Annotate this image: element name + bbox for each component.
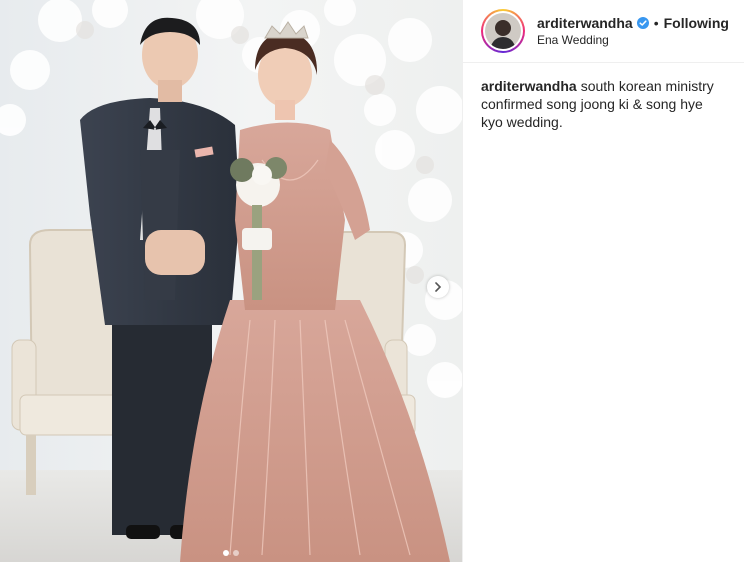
post-photo[interactable] (0, 0, 462, 562)
location-link[interactable]: Ena Wedding (537, 33, 729, 47)
separator-dot: • (653, 15, 659, 31)
carousel-indicator (0, 550, 462, 556)
following-button[interactable]: Following (664, 15, 729, 31)
carousel-dot-active (223, 550, 229, 556)
header-text: arditerwandha • Following Ena Wedding (537, 15, 729, 47)
avatar[interactable] (481, 9, 525, 53)
instagram-post: arditerwandha • Following Ena Wedding ar… (0, 0, 744, 562)
next-image-button[interactable] (427, 276, 449, 298)
wedding-photo (0, 0, 462, 562)
post-header: arditerwandha • Following Ena Wedding (463, 0, 744, 63)
carousel-dot (233, 550, 239, 556)
post-caption: arditerwandha south korean ministry confi… (463, 63, 744, 131)
username-link[interactable]: arditerwandha (537, 15, 633, 31)
caption-username-link[interactable]: arditerwandha (481, 78, 577, 94)
verified-badge-icon (636, 17, 649, 29)
post-sidebar: arditerwandha • Following Ena Wedding ar… (462, 0, 744, 562)
chevron-right-icon (435, 282, 442, 292)
avatar-image (485, 13, 521, 49)
